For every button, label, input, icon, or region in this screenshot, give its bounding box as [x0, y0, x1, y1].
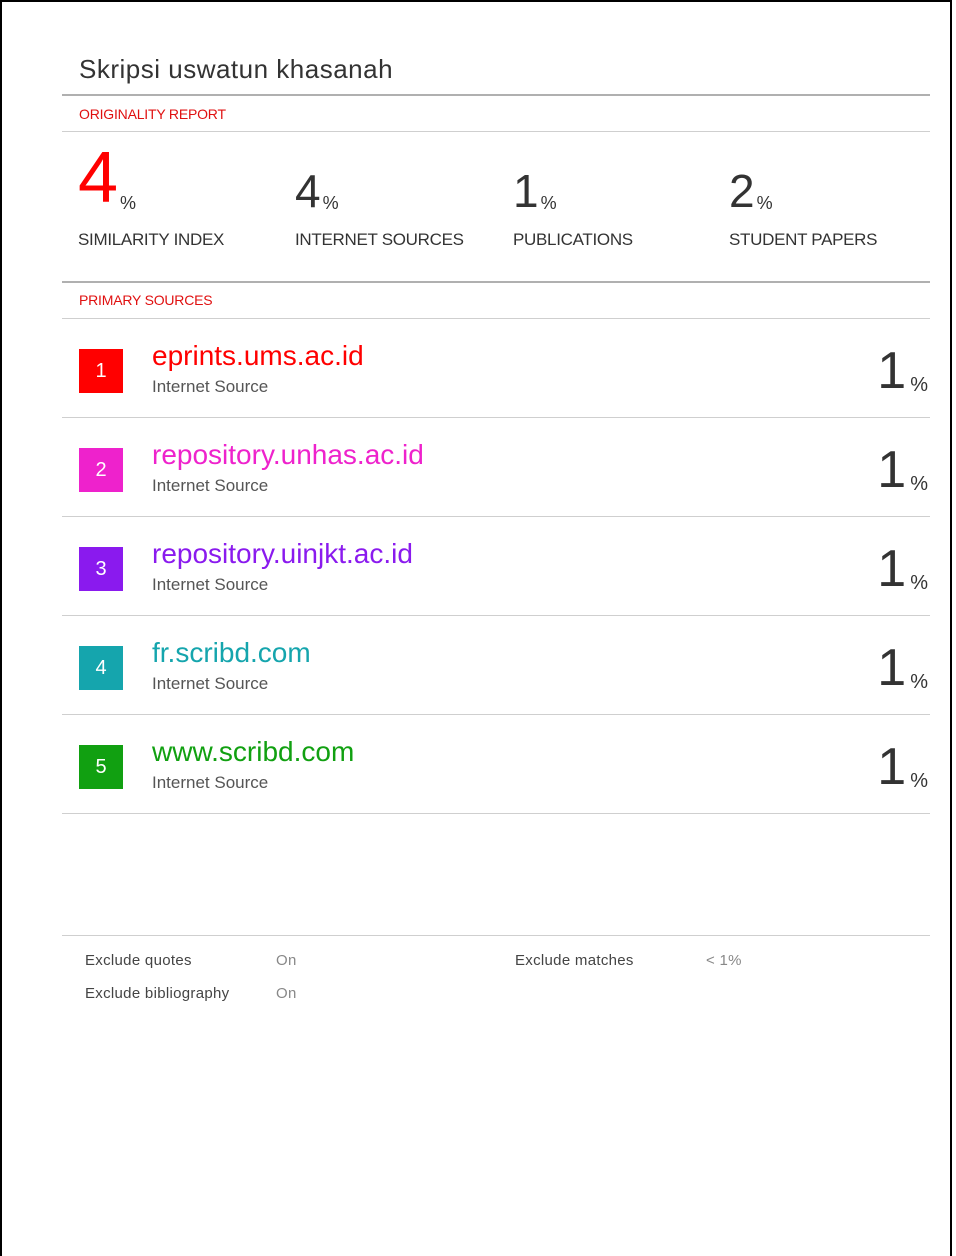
similarity-index-unit: % — [120, 193, 137, 213]
source-percent-unit: % — [910, 671, 928, 693]
student-papers-value: 2 — [729, 165, 755, 217]
internet-sources-unit: % — [322, 193, 339, 213]
source-percent: 1 % — [877, 543, 928, 595]
title-divider — [62, 94, 930, 96]
source-rank-badge: 3 — [79, 547, 123, 591]
exclude-quotes-value: On — [276, 952, 297, 969]
source-percent: 1 % — [877, 345, 928, 397]
report-page: Skripsi uswatun khasanah ORIGINALITY REP… — [0, 0, 952, 1256]
source-row[interactable]: 4 fr.scribd.com Internet Source 1 % — [62, 616, 930, 715]
student-papers-unit: % — [756, 193, 773, 213]
publications-label: PUBLICATIONS — [513, 230, 633, 249]
source-type: Internet Source — [152, 674, 269, 693]
source-name[interactable]: eprints.ums.ac.id — [152, 340, 364, 372]
originality-divider — [62, 131, 930, 132]
stat-student-papers: 2 % STUDENT PAPERS — [729, 142, 878, 262]
source-percent-value: 1 — [877, 738, 907, 796]
source-name[interactable]: repository.unhas.ac.id — [152, 439, 424, 471]
source-percent-unit: % — [910, 572, 928, 594]
source-type: Internet Source — [152, 575, 269, 594]
source-percent-unit: % — [910, 473, 928, 495]
exclude-quotes-label: Exclude quotes — [85, 952, 192, 969]
publications-value: 1 — [513, 165, 539, 217]
exclude-bibliography-value: On — [276, 985, 297, 1002]
source-percent: 1 % — [877, 741, 928, 793]
source-percent-value: 1 — [877, 441, 907, 499]
source-row[interactable]: 3 repository.uinjkt.ac.id Internet Sourc… — [62, 517, 930, 616]
source-name[interactable]: www.scribd.com — [152, 736, 354, 768]
primary-sources-label: PRIMARY SOURCES — [79, 292, 213, 308]
source-name[interactable]: fr.scribd.com — [152, 637, 311, 669]
source-row[interactable]: 5 www.scribd.com Internet Source 1 % — [62, 715, 930, 814]
source-percent-value: 1 — [877, 342, 907, 400]
exclude-matches-value: < 1% — [706, 952, 742, 969]
originality-report-label: ORIGINALITY REPORT — [79, 106, 226, 122]
source-rank-badge: 5 — [79, 745, 123, 789]
document-title: Skripsi uswatun khasanah — [79, 54, 394, 84]
source-percent-value: 1 — [877, 540, 907, 598]
source-percent: 1 % — [877, 444, 928, 496]
source-name[interactable]: repository.uinjkt.ac.id — [152, 538, 413, 570]
source-type: Internet Source — [152, 773, 269, 792]
source-type: Internet Source — [152, 377, 269, 396]
source-percent-unit: % — [910, 770, 928, 792]
publications-unit: % — [540, 193, 557, 213]
source-type: Internet Source — [152, 476, 269, 495]
source-row[interactable]: 1 eprints.ums.ac.id Internet Source 1 % — [62, 319, 930, 418]
settings-divider — [62, 935, 930, 936]
exclude-matches-label: Exclude matches — [515, 952, 634, 969]
source-rank-badge: 4 — [79, 646, 123, 690]
internet-sources-value: 4 — [295, 165, 321, 217]
source-percent-unit: % — [910, 374, 928, 396]
source-rank-badge: 1 — [79, 349, 123, 393]
exclude-bibliography-label: Exclude bibliography — [85, 985, 230, 1002]
internet-sources-label: INTERNET SOURCES — [295, 230, 464, 249]
stat-publications: 1 % PUBLICATIONS — [513, 142, 633, 262]
stat-internet-sources: 4 % INTERNET SOURCES — [295, 142, 464, 262]
stat-similarity-index: 4 % SIMILARITY INDEX — [78, 138, 224, 262]
similarity-index-value: 4 — [78, 138, 119, 218]
source-row[interactable]: 2 repository.unhas.ac.id Internet Source… — [62, 418, 930, 517]
similarity-index-label: SIMILARITY INDEX — [78, 230, 225, 249]
student-papers-label: STUDENT PAPERS — [729, 230, 878, 249]
source-rank-badge: 2 — [79, 448, 123, 492]
source-percent-value: 1 — [877, 639, 907, 697]
stats-divider — [62, 281, 930, 283]
source-percent: 1 % — [877, 642, 928, 694]
